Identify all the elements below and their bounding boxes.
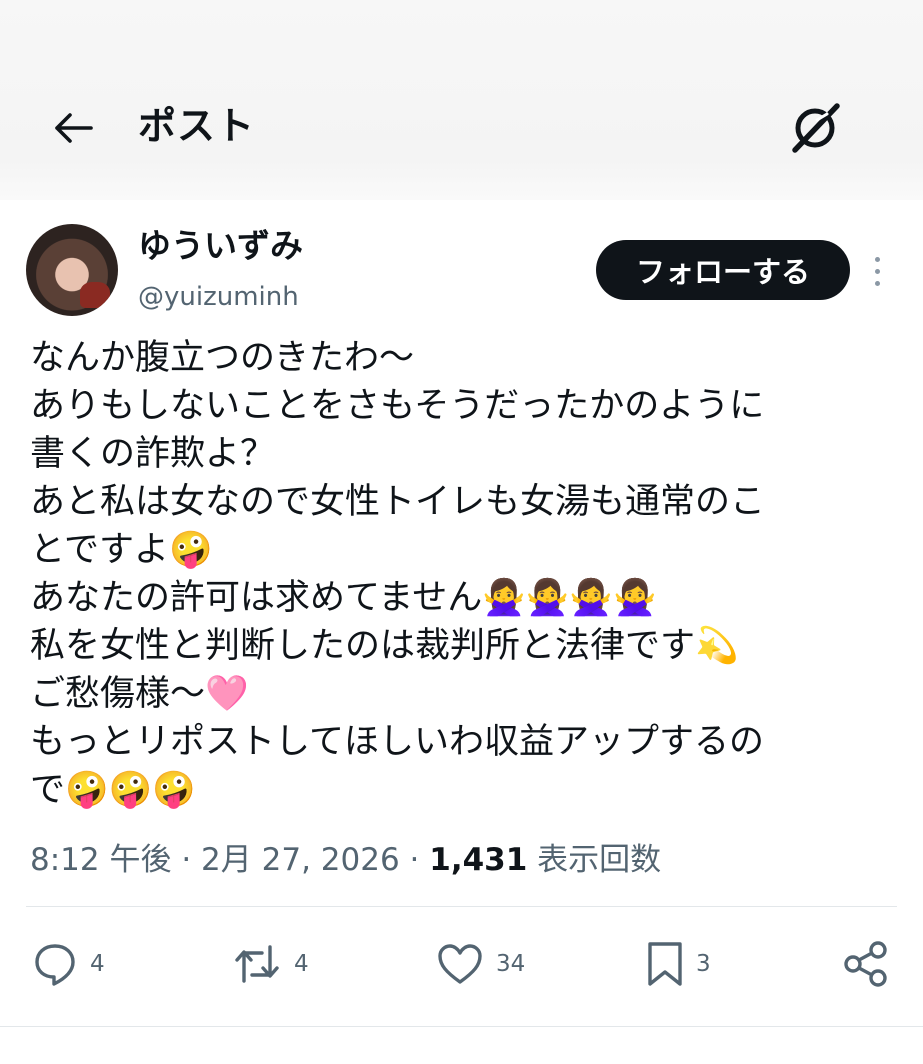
tweet-line: なんか腹立つのきたわ〜: [30, 338, 414, 378]
grok-button[interactable]: [786, 100, 844, 156]
share-button[interactable]: [842, 938, 890, 990]
author-display-name[interactable]: ゆういずみ: [138, 226, 303, 266]
tweet-line: で🤪🤪🤪: [30, 770, 196, 810]
more-options-button[interactable]: [862, 250, 892, 292]
tweet-line: あなたの許可は求めてません🙅‍♀️🙅‍♀️🙅‍♀️🙅‍♀️: [30, 578, 657, 618]
tweet-line: もっとリポストしてほしいわ収益アップするの: [30, 722, 764, 762]
arrow-left-icon: [55, 113, 93, 143]
views-label: 表示回数: [537, 842, 662, 878]
share-icon: [844, 941, 887, 987]
bookmark-icon: [648, 942, 682, 986]
more-vertical-icon: [874, 256, 880, 262]
avatar[interactable]: [26, 224, 118, 316]
grok-icon: [792, 103, 840, 153]
reply-count: 4: [90, 951, 105, 977]
divider: [0, 1026, 923, 1027]
like-count: 34: [496, 951, 526, 977]
reply-button[interactable]: 4: [32, 938, 105, 990]
reply-icon: [35, 944, 75, 986]
views-count: 1,431: [429, 842, 528, 878]
divider: [26, 906, 897, 907]
bookmark-button[interactable]: 3: [646, 938, 711, 990]
more-vertical-icon: [874, 280, 880, 286]
tweet-time[interactable]: 8:12 午後: [30, 842, 171, 878]
tweet-line: とですよ🤪: [30, 530, 213, 570]
repost-button[interactable]: 4: [232, 938, 309, 990]
top-header: ポスト: [0, 0, 923, 200]
author-handle[interactable]: @yuizuminh: [138, 280, 299, 314]
bookmark-count: 3: [696, 951, 711, 977]
repost-icon: [235, 945, 279, 983]
tweet-line: ご愁傷様〜🩷: [30, 674, 249, 714]
meta-separator: ·: [181, 842, 202, 878]
back-button[interactable]: [50, 106, 98, 150]
tweet-line: ありもしないことをさもそうだったかのように: [30, 386, 765, 426]
meta-separator: ·: [409, 842, 430, 878]
post-detail-page: ポスト ゆういずみ @yuizuminh フォローする なんか腹立つのきたわ〜 …: [0, 0, 923, 1064]
like-button[interactable]: 34: [436, 938, 525, 990]
repost-count: 4: [294, 951, 309, 977]
tweet-line: 私を女性と判断したのは裁判所と法律です💫: [30, 626, 739, 666]
page-title: ポスト: [138, 104, 256, 148]
tweet-line: 書くの詐欺よ？: [30, 434, 276, 474]
tweet-text: なんか腹立つのきたわ〜 ありもしないことをさもそうだったかのように 書くの詐欺よ…: [30, 334, 910, 814]
more-vertical-icon: [874, 268, 880, 274]
tweet-meta: 8:12 午後 · 2月 27, 2026 · 1,431 表示回数: [30, 838, 661, 882]
tweet-line: あと私は女なので女性トイレも女湯も通常のこ: [30, 482, 766, 522]
heart-icon: [438, 944, 482, 984]
follow-button[interactable]: フォローする: [596, 240, 850, 300]
tweet-date[interactable]: 2月 27, 2026: [201, 842, 400, 878]
